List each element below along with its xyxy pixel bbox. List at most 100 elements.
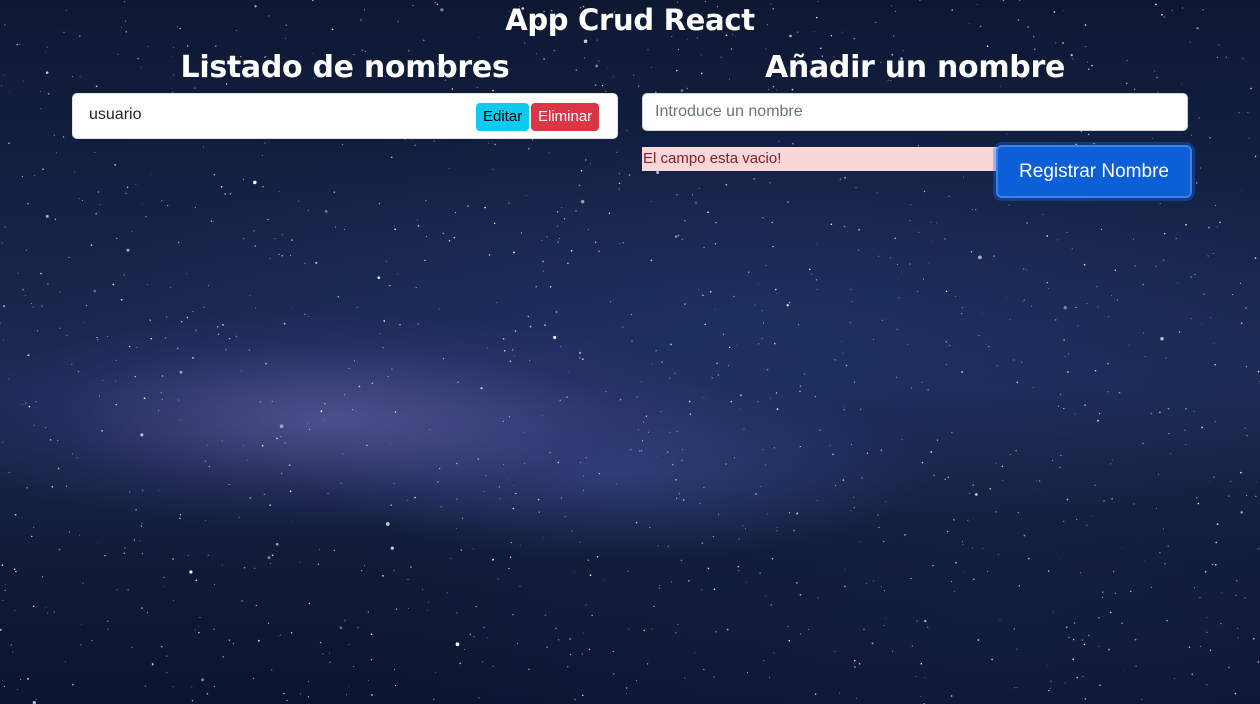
star [725,183,728,186]
star [873,339,874,340]
star [911,645,914,647]
star [819,47,822,50]
star [637,429,639,431]
star [524,42,526,44]
star [213,628,215,630]
star [699,502,701,504]
star [1,85,2,87]
star [422,39,425,42]
name-input[interactable] [642,93,1188,131]
star [207,554,209,557]
star [97,542,99,544]
star [1190,317,1192,319]
star [529,360,531,362]
star [873,580,874,582]
star [1228,495,1230,497]
star [396,273,398,275]
star [1234,692,1237,695]
delete-button[interactable]: Eliminar [531,103,600,131]
star [25,402,27,404]
star [479,37,481,39]
star [1167,545,1169,547]
star [508,567,510,570]
star [158,410,160,412]
star [496,302,498,304]
star [371,694,373,696]
star [917,290,919,292]
star [573,571,575,572]
star [962,307,964,309]
star [144,685,147,687]
star [26,354,28,356]
star [670,343,672,346]
star [684,303,686,305]
star [13,568,16,571]
star [393,483,395,484]
star [1185,444,1187,445]
star [896,328,898,330]
star [76,456,79,459]
app-title: App Crud React [505,3,755,37]
star [542,270,544,272]
star [968,492,971,495]
star [921,381,923,384]
star [811,273,813,275]
star [704,0,707,3]
star [1215,541,1218,544]
star [139,540,141,542]
star [1188,646,1191,648]
register-name-button[interactable]: Registrar Nombre [996,145,1192,198]
star [1057,405,1060,407]
star [2,441,4,443]
star [765,464,767,466]
star [487,347,489,349]
star [725,463,727,465]
star [765,595,767,597]
star [582,632,584,634]
star [510,542,512,544]
star [343,621,345,623]
star [503,350,506,352]
edit-button[interactable]: Editar [476,103,530,131]
star [970,251,973,253]
star [920,695,922,697]
star [456,528,458,529]
star [433,140,435,142]
star [1238,112,1240,114]
star [1023,268,1025,270]
star [923,278,924,280]
star [172,686,174,688]
star [677,624,679,625]
star [1191,134,1193,136]
star [598,250,600,253]
star [271,554,274,557]
star [473,636,475,638]
star [32,526,35,529]
star [674,372,676,374]
star [1006,133,1008,135]
star [1162,259,1165,261]
star [528,668,530,670]
star [796,513,798,515]
star [507,478,509,480]
star [658,584,661,587]
star [280,472,283,475]
star [885,617,887,619]
star [16,688,18,690]
star [142,203,143,205]
star [856,697,858,699]
star [172,558,174,560]
star [348,686,350,688]
star [605,390,607,392]
star [880,449,883,451]
star [254,245,256,247]
star [115,404,117,406]
star [967,519,969,522]
star [622,326,624,328]
star [660,410,662,413]
star [267,218,269,221]
star [557,241,559,243]
star [698,187,701,189]
star [438,308,440,310]
star [334,226,337,228]
